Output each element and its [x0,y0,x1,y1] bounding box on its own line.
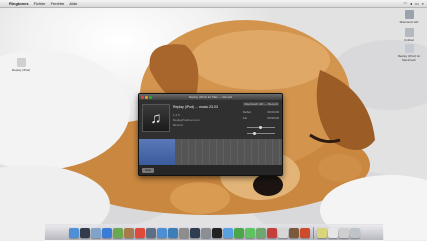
desktop-icon-hd[interactable]: Macintosh HD [392,10,426,24]
battery-icon[interactable]: ▭ [415,0,419,7]
ichat-icon[interactable] [112,227,123,238]
volume-icon[interactable]: ◂ [410,0,412,7]
stop-button[interactable]: Stop [142,167,155,173]
photo-booth-icon[interactable] [266,227,277,238]
facetime-icon[interactable] [233,227,244,238]
desktop-icon-untitled[interactable]: Untitled [392,28,426,42]
dock-separator [312,226,314,239]
info-value: 00:00:00 [267,116,279,120]
menu-item-window[interactable]: Fenêtre [51,0,65,7]
documents-stack-icon[interactable] [327,227,338,238]
info-value: 00:00:00 [267,110,279,114]
terminal-icon[interactable] [211,227,222,238]
chess-icon[interactable] [288,227,299,238]
info-label: Début [243,110,252,114]
messages-icon[interactable] [244,227,255,238]
music-note-icon: ♫ [142,104,170,132]
info-row: Début 00:00:00 [243,110,279,114]
safari-icon[interactable] [101,227,112,238]
maps-icon[interactable] [255,227,266,238]
disk-icon [404,28,414,37]
itunes-icon[interactable] [156,227,167,238]
file-icon [16,58,26,67]
desktop-icon-label: Untitled [403,38,415,42]
finder-icon[interactable] [68,227,79,238]
dock [44,224,384,241]
wifi-icon[interactable]: ◠ [403,0,407,7]
desktop-icon-label: Replay (iPod) [11,68,31,72]
app-store-icon[interactable] [222,227,233,238]
address-book-icon[interactable] [123,227,134,238]
trash-icon[interactable] [349,227,360,238]
imovie-icon[interactable] [178,227,189,238]
iphoto-icon[interactable] [167,227,178,238]
info-header: Macintosh HD — Record [243,102,279,106]
info-row: Fin 00:00:00 [243,116,279,120]
dashboard-icon[interactable] [79,227,90,238]
remaining-track [174,139,282,165]
position-slider[interactable] [247,132,275,135]
ical-icon[interactable] [134,227,145,238]
slider-knob[interactable] [259,126,262,129]
replay-window[interactable]: Replay (iPod) for Mac — Record ♫ Replay … [138,93,283,176]
applications-stack-icon[interactable] [316,227,327,238]
downloads-stack-icon[interactable] [338,227,349,238]
replay-content: ♫ Replay (iPod) ... music 23.03 1.2.5 Re… [139,100,282,139]
menu-item-help[interactable]: Aide [69,0,77,7]
recorded-progress [139,139,175,165]
system-preferences-icon[interactable] [200,227,211,238]
time-machine-icon[interactable] [189,227,200,238]
desktop-icon-label: Macintosh HD [399,20,419,24]
font-book-icon[interactable] [299,227,310,238]
menu-item-file[interactable]: Fichier [34,0,46,7]
desktop-icon-label: Replay (iPod) for Macintosh [397,54,421,62]
menu-bar: Ringtones Fichier Fenêtre Aide ◠ ◂ ▭ ⌕ [0,0,427,8]
replay-icon[interactable] [277,227,288,238]
song-meta: Record [173,123,183,127]
spotlight-icon[interactable]: ⌕ [422,0,424,7]
slider-knob[interactable] [253,132,256,135]
menu-app-name[interactable]: Ringtones [9,0,29,7]
desktop-icon-replay[interactable]: Replay (iPod) [4,58,38,72]
song-meta: 1.2.5 [173,113,180,117]
mail-icon[interactable] [90,227,101,238]
document-icon [404,44,414,53]
info-label: Fin [243,116,248,120]
preview-icon[interactable] [145,227,156,238]
song-meta: ReplayPodmac.com [173,118,200,122]
volume-slider[interactable] [247,126,275,129]
window-bottom-bar: Stop [139,165,282,175]
desktop-icon-replay-installer[interactable]: Replay (iPod) for Macintosh [392,44,426,62]
waveform-timeline[interactable] [139,139,282,165]
song-title: Replay (iPod) ... music 23.03 [173,105,218,109]
hard-drive-icon [404,10,414,19]
